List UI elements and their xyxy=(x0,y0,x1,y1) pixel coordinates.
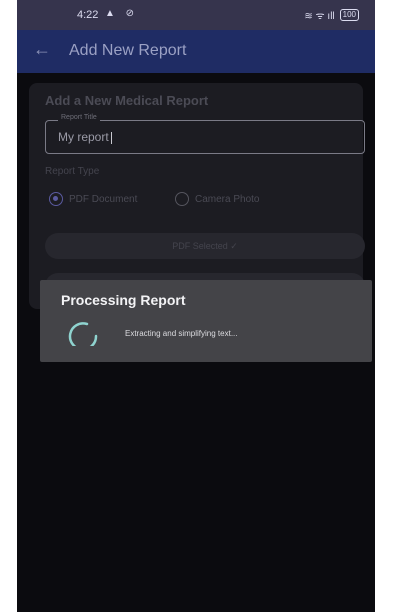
radio-camera-label: Camera Photo xyxy=(195,193,260,205)
page-title: Add New Report xyxy=(69,42,187,59)
system-icons: ≋ ᯤ ıll 100 xyxy=(304,8,359,22)
loading-spinner-icon xyxy=(68,322,98,346)
radio-unselected-icon xyxy=(175,192,189,206)
report-title-label: Report Title xyxy=(58,114,100,121)
app-bar: ← Add New Report xyxy=(17,30,375,73)
radio-selected-icon xyxy=(49,192,63,206)
radio-camera-photo[interactable]: Camera Photo xyxy=(175,192,259,206)
notification-icons: ▲ ⊘ xyxy=(105,8,139,19)
pdf-selected-button[interactable]: PDF Selected ✓ xyxy=(45,233,365,259)
processing-dialog: Processing Report Extracting and simplif… xyxy=(40,280,372,362)
dialog-title: Processing Report xyxy=(61,292,186,308)
battery-icon: 100 xyxy=(339,9,359,21)
status-time: 4:22 xyxy=(77,9,99,21)
report-title-field[interactable]: Report Title My report xyxy=(45,114,365,154)
report-form-card: Add a New Medical Report Report Title My… xyxy=(29,83,365,309)
text-caret xyxy=(110,131,112,144)
dialog-message: Extracting and simplifying text... xyxy=(125,329,238,338)
arrow-left-icon[interactable]: ← xyxy=(33,39,51,60)
report-title-value: My report xyxy=(58,130,109,144)
radio-pdf-label: PDF Document xyxy=(69,193,138,205)
phone-screen: 4:22 ▲ ⊘ ≋ ᯤ ıll 100 ← Add New Report Ad… xyxy=(17,0,375,612)
signal-icon: ≋ ᯤ ıll xyxy=(304,11,335,22)
report-title-input[interactable]: My report xyxy=(58,130,112,144)
status-bar: 4:22 ▲ ⊘ ≋ ᯤ ıll 100 xyxy=(17,0,375,30)
radio-pdf-document[interactable]: PDF Document xyxy=(49,192,137,206)
report-type-label: Report Type xyxy=(45,166,100,177)
card-title: Add a New Medical Report xyxy=(45,93,209,108)
